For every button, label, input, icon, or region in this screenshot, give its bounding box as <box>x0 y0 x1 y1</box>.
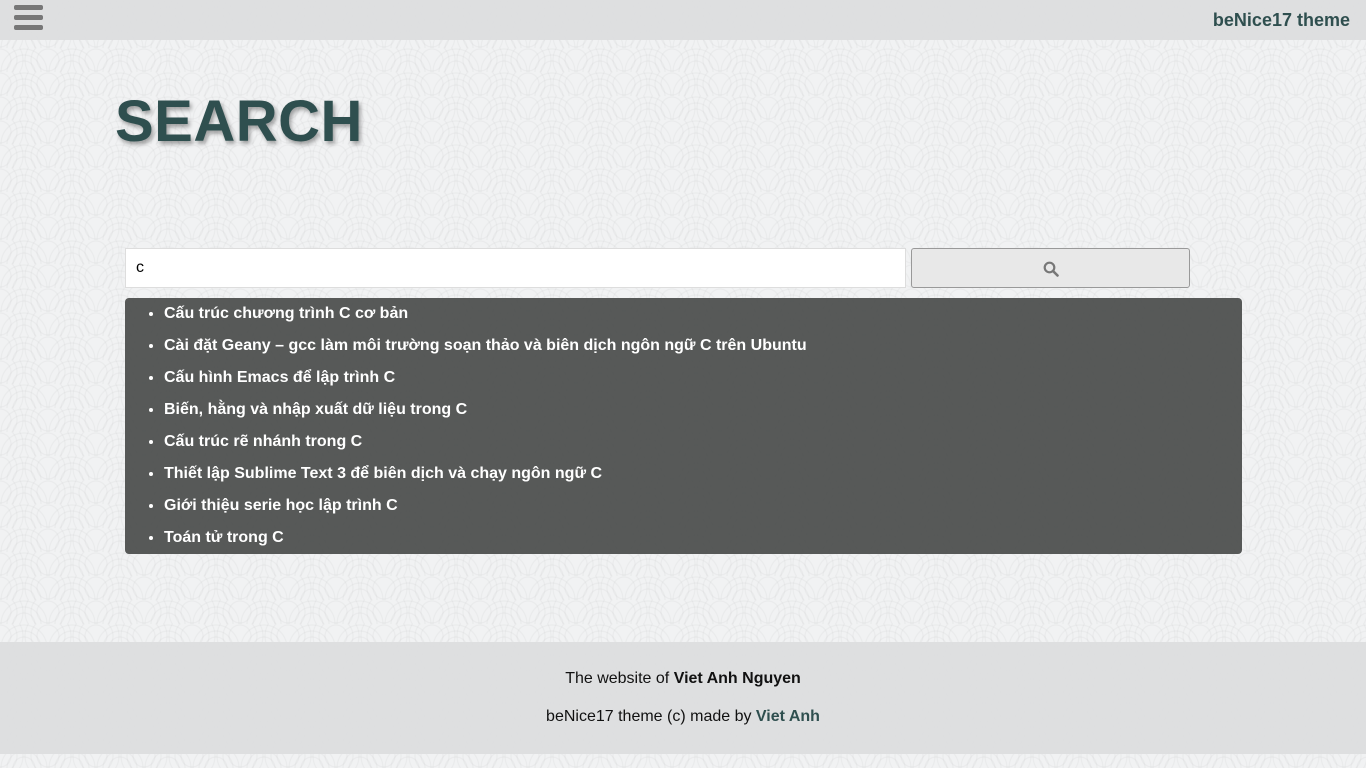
search-results-dropdown: Cấu trúc chương trình C cơ bản Cài đặt G… <box>125 298 1242 554</box>
top-bar: beNice17 theme <box>0 0 1366 40</box>
menu-bar-line <box>14 5 43 10</box>
result-item[interactable]: Toán tử trong C <box>164 526 1242 558</box>
author-name: Viet Anh Nguyen <box>673 670 801 687</box>
result-item[interactable]: Cấu hình Emacs để lập trình C <box>164 366 1242 398</box>
author-link[interactable]: Viet Anh <box>756 708 820 725</box>
menu-bar-line <box>14 15 43 20</box>
page-title: SEARCH <box>115 89 363 154</box>
result-item[interactable]: Cấu trúc chương trình C cơ bản <box>164 302 1242 334</box>
result-item[interactable]: Cấu trúc rẽ nhánh trong C <box>164 430 1242 462</box>
result-item[interactable]: Cài đặt Geany – gcc làm môi trường soạn … <box>164 334 1242 366</box>
footer-credit-line: The website of Viet Anh Nguyen <box>0 670 1366 688</box>
search-icon <box>1043 261 1059 277</box>
results-list: Cấu trúc chương trình C cơ bản Cài đặt G… <box>164 302 1242 558</box>
result-item[interactable]: Biến, hằng và nhập xuất dữ liệu trong C <box>164 398 1242 430</box>
footer: The website of Viet Anh Nguyen beNice17 … <box>0 642 1366 754</box>
footer-prefix: The website of <box>565 670 674 687</box>
hamburger-menu-icon[interactable] <box>14 5 44 31</box>
result-item[interactable]: Thiết lập Sublime Text 3 để biên dịch và… <box>164 462 1242 494</box>
footer-theme-text: beNice17 theme (c) made by <box>546 708 756 725</box>
result-item[interactable]: Giới thiệu serie học lập trình C <box>164 494 1242 526</box>
footer-theme-line: beNice17 theme (c) made by Viet Anh <box>0 708 1366 726</box>
brand-link[interactable]: beNice17 theme <box>1213 10 1350 31</box>
search-button[interactable] <box>911 248 1190 288</box>
search-input[interactable] <box>125 248 906 288</box>
menu-bar-line <box>14 25 43 30</box>
